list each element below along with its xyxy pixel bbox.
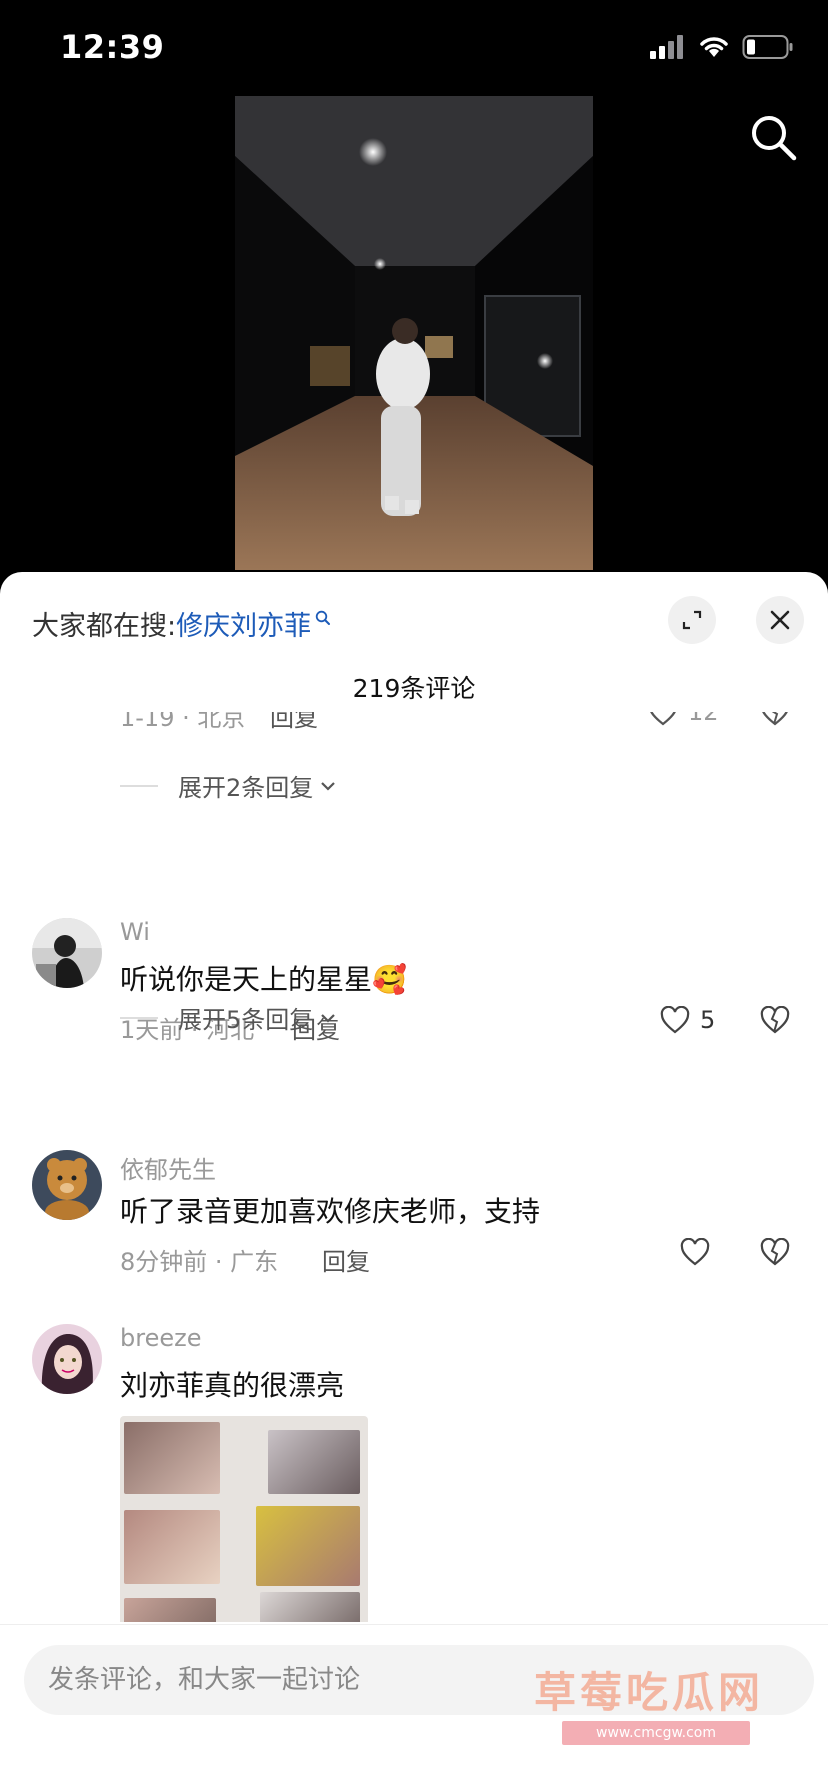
watermark: 草莓吃瓜网 www.cmcgw.com: [468, 1637, 812, 1757]
trending-search-term[interactable]: 修庆刘亦菲: [176, 604, 311, 643]
watermark-title: 草莓吃瓜网: [534, 1668, 765, 1717]
comments-sheet: 大家都在搜: 修庆刘亦菲 219条评论 1-19 · 北京 回复 12 展开2条…: [0, 572, 828, 1792]
comment-username[interactable]: breeze: [120, 1324, 201, 1352]
reply-button[interactable]: 回复: [322, 1242, 370, 1277]
comment-time-location: 8分钟前 · 广东: [120, 1248, 279, 1276]
album-photo: [124, 1422, 220, 1494]
album-photo: [268, 1430, 360, 1494]
screen: 12:39 大家都在搜: 修庆刘亦菲 219条评论 1-19 · 北京 回复 1…: [0, 0, 828, 1792]
expand-sheet-button[interactable]: [668, 596, 716, 644]
expand-icon: [682, 610, 702, 630]
wifi-icon: [700, 37, 728, 57]
cellular-signal-icon: [650, 35, 683, 59]
album-photo: [124, 1510, 220, 1584]
broken-heart-icon[interactable]: [760, 1238, 790, 1266]
comment-input-bar: 草莓吃瓜网 www.cmcgw.com: [0, 1624, 828, 1792]
avatar-image: [32, 918, 102, 988]
close-sheet-button[interactable]: [756, 596, 804, 644]
status-time: 12:39: [60, 28, 165, 66]
status-icons: [650, 34, 794, 60]
search-icon[interactable]: [748, 112, 800, 164]
partial-comment-like-button[interactable]: 12: [648, 712, 719, 726]
expand-replies-label: 展开2条回复: [178, 774, 314, 802]
album-photo: [260, 1592, 360, 1622]
trending-search[interactable]: 大家都在搜: 修庆刘亦菲: [32, 600, 331, 646]
status-bar: 12:39: [0, 0, 828, 96]
like-button[interactable]: [680, 1238, 710, 1266]
comment-username[interactable]: Wi: [120, 918, 150, 946]
video-frame-image: [235, 96, 593, 570]
divider-line: [120, 1016, 158, 1019]
avatar-image: [32, 1324, 102, 1394]
partial-comment-meta: 1-19 · 北京 回复 12: [120, 712, 800, 738]
broken-heart-icon[interactable]: [760, 1006, 790, 1034]
broken-heart-icon[interactable]: [760, 712, 790, 726]
comment-username[interactable]: 依郁先生: [120, 1150, 216, 1185]
album-photo: [124, 1598, 216, 1622]
chevron-down-icon: [321, 781, 336, 791]
heart-icon: [650, 712, 676, 726]
avatar[interactable]: [32, 1150, 102, 1220]
partial-comment-like-count: 12: [688, 712, 719, 726]
comment-text: 听说你是天上的星星🥰: [120, 963, 407, 996]
watermark-url: www.cmcgw.com: [562, 1721, 750, 1745]
avatar[interactable]: [32, 1324, 102, 1394]
chevron-down-icon: [321, 1013, 336, 1023]
comment-count: 219条评论: [352, 674, 476, 703]
partial-comment-time-location: 1-19 · 北京: [120, 712, 246, 732]
like-count: 5: [700, 1006, 716, 1034]
expand-replies-button[interactable]: 展开2条回复: [120, 768, 337, 803]
battery-icon: [742, 35, 793, 59]
divider-line: [120, 784, 158, 787]
expand-replies-label: 展开5条回复: [178, 1006, 314, 1034]
trending-search-label: 大家都在搜:: [32, 610, 177, 642]
comment-text: 刘亦菲真的很漂亮: [120, 1369, 345, 1402]
avatar[interactable]: [32, 918, 102, 988]
album-photo: [256, 1506, 360, 1586]
avatar-image: [32, 1150, 102, 1220]
video-player[interactable]: [235, 96, 593, 570]
expand-replies-button[interactable]: 展开5条回复: [120, 1000, 337, 1035]
partial-comment-reply-button[interactable]: 回复: [270, 712, 318, 733]
comment-text: 听了录音更加喜欢修庆老师，支持: [120, 1195, 541, 1228]
heart-icon: [680, 1238, 710, 1266]
close-icon: [770, 610, 790, 630]
heart-icon: [660, 1006, 690, 1034]
like-button[interactable]: 5: [660, 1006, 715, 1034]
comments-list[interactable]: 1-19 · 北京 回复 12 展开2条回复 Wi 听说你是天上的星星🥰 1天前…: [0, 712, 828, 1622]
comment-attached-image[interactable]: [120, 1416, 368, 1622]
small-search-icon: [315, 610, 331, 625]
